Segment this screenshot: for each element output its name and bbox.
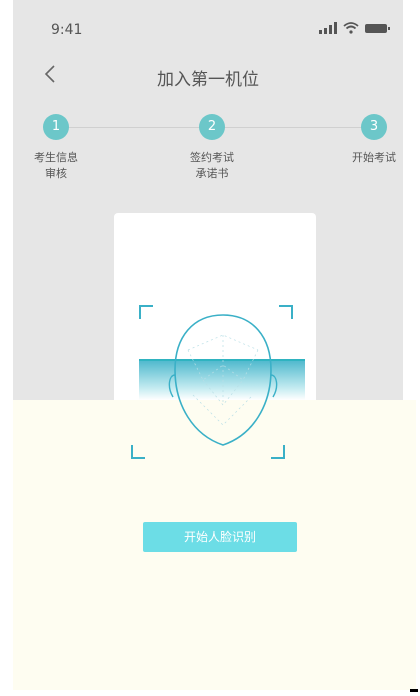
progress-steps: 1 考生信息 审核 2 签约考试 承诺书 3 开始考试 [13,114,403,194]
step-1-number: 1 [43,114,69,140]
edge-mark [410,689,418,692]
signal-icon [319,22,337,34]
wifi-icon [343,22,359,34]
status-time: 9:41 [51,22,83,38]
step-2-label: 签约考试 承诺书 [190,151,234,180]
step-3-label: 开始考试 [352,151,396,164]
step-1-label: 考生信息 审核 [34,151,78,180]
step-3: 3 开始考试 [329,114,419,166]
step-3-number: 3 [361,114,387,140]
face-scan-icon [168,314,278,446]
start-face-recognition-button[interactable]: 开始人脸识别 [143,522,297,552]
step-2: 2 签约考试 承诺书 [167,114,257,182]
battery-icon [365,23,390,33]
phone-screen: 9:41 加入第一机位 1 考生信息 审核 2 签约考试 承诺书 3 开始考试 … [13,0,416,690]
step-1: 1 考生信息 审核 [11,114,101,182]
status-bar: 9:41 [13,0,403,60]
status-icons [319,22,390,34]
step-2-number: 2 [199,114,225,140]
page-title: 加入第一机位 [157,70,259,90]
nav-bar: 加入第一机位 [13,58,403,98]
